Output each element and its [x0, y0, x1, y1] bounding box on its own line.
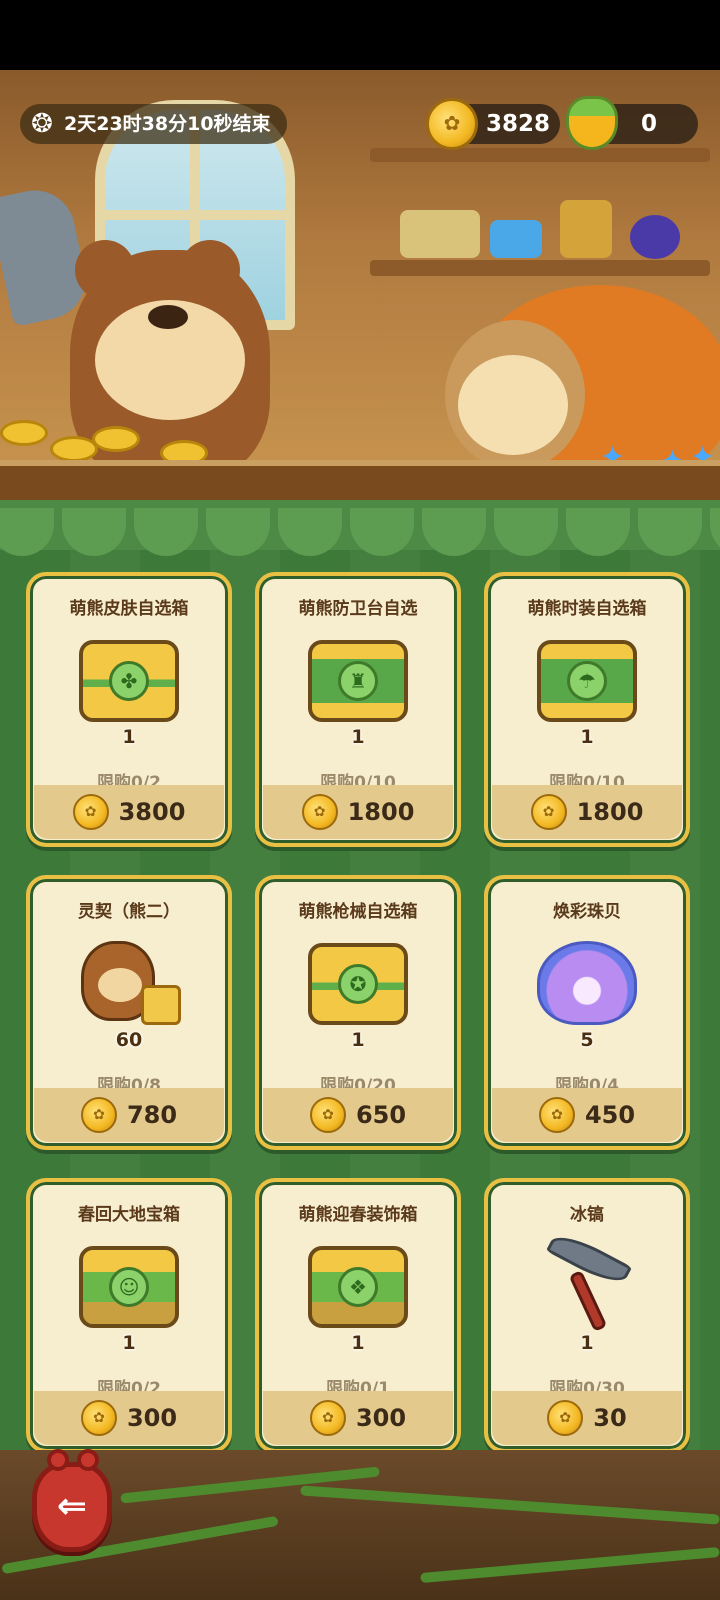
weapon-chest-icon: ✪ — [308, 943, 408, 1025]
honey-jar-icon — [566, 96, 618, 150]
shop-item-card[interactable]: 萌熊迎春装饰箱 ❖ 1 限购0/1 ✿ 300 — [255, 1178, 461, 1453]
shop-item-card[interactable]: 萌熊皮肤自选箱 ✤ 1 限购0/2 ✿ 3800 — [26, 572, 232, 847]
shop-item-card[interactable]: 萌熊防卫台自选 ♜ 1 限购0/10 ✿ 1800 — [255, 572, 461, 847]
puzzle-piece-icon — [141, 985, 181, 1025]
outfit-chest-icon: ☂ — [537, 640, 637, 722]
item-quantity: 1 — [351, 1332, 365, 1354]
item-title: 萌熊时装自选箱 — [527, 599, 647, 619]
turret-chest-icon: ♜ — [308, 640, 408, 722]
item-quantity: 1 — [580, 726, 594, 748]
lower-shelf — [370, 260, 710, 276]
event-timer: ❂ 2天23时38分10秒结束 — [20, 104, 287, 144]
buy-button[interactable]: ✿ 3800 — [34, 785, 224, 839]
item-title: 萌熊皮肤自选箱 — [69, 599, 189, 619]
item-title: 春回大地宝箱 — [78, 1205, 180, 1225]
back-button[interactable]: ⇐ — [32, 1449, 112, 1552]
item-price: 300 — [355, 1404, 407, 1432]
item-price: 1800 — [347, 798, 415, 826]
item-title: 萌熊迎春装饰箱 — [298, 1205, 418, 1225]
item-quantity: 5 — [580, 1029, 594, 1051]
honey-balance[interactable]: 0 — [566, 96, 698, 150]
buy-button[interactable]: ✿ 780 — [34, 1088, 224, 1142]
coin-icon: ✿ — [426, 98, 478, 150]
coin-balance[interactable]: ✿ 3828 — [426, 98, 560, 150]
buy-button[interactable]: ✿ 650 — [263, 1088, 453, 1142]
spring-deco-chest-icon: ❖ — [308, 1246, 408, 1328]
buy-button[interactable]: ✿ 1800 — [263, 785, 453, 839]
shop-counter — [0, 460, 720, 500]
coin-icon: ✿ — [301, 794, 338, 830]
buy-button[interactable]: ✿ 1800 — [492, 785, 682, 839]
item-quantity: 1 — [351, 1029, 365, 1051]
buy-button[interactable]: ✿ 30 — [492, 1391, 682, 1445]
coin-icon: ✿ — [80, 1097, 117, 1133]
item-title: 冰镐 — [570, 1205, 604, 1225]
coin-icon: ✿ — [80, 1400, 117, 1436]
coin-icon: ✿ — [538, 1097, 575, 1133]
item-price: 780 — [126, 1101, 178, 1129]
coin-icon: ✿ — [309, 1400, 346, 1436]
skin-chest-icon: ✤ — [79, 640, 179, 722]
timer-text: 2天23时38分10秒结束 — [64, 113, 271, 135]
coin-icon: ✿ — [530, 794, 567, 830]
item-quantity: 1 — [580, 1332, 594, 1354]
coin-amount: 3828 — [486, 111, 551, 137]
item-quantity: 60 — [115, 1029, 143, 1051]
item-title: 萌熊防卫台自选 — [298, 599, 418, 619]
awning — [0, 500, 720, 556]
item-title: 焕彩珠贝 — [553, 902, 621, 922]
item-quantity: 1 — [122, 726, 136, 748]
shop-item-card[interactable]: 冰镐 1 限购0/30 ✿ 30 — [484, 1178, 690, 1453]
item-price: 1800 — [576, 798, 644, 826]
item-title: 萌熊枪械自选箱 — [298, 902, 418, 922]
buy-button[interactable]: ✿ 300 — [263, 1391, 453, 1445]
pearl-shell-icon — [537, 941, 637, 1025]
coin-icon: ✿ — [309, 1097, 346, 1133]
item-quantity: 1 — [122, 1332, 136, 1354]
shop-item-card[interactable]: 灵契（熊二） 60 限购0/8 ✿ 780 — [26, 875, 232, 1150]
item-price: 30 — [593, 1404, 627, 1432]
shop-item-card[interactable]: 萌熊时装自选箱 ☂ 1 限购0/10 ✿ 1800 — [484, 572, 690, 847]
honey-amount: 0 — [640, 111, 657, 137]
monkey-face — [458, 355, 568, 455]
back-arrow-icon: ⇐ — [56, 1486, 88, 1527]
shop-item-card[interactable]: 焕彩珠贝 5 限购0/4 ✿ 450 — [484, 875, 690, 1150]
buy-button[interactable]: ✿ 300 — [34, 1391, 224, 1445]
paw-icon: ❂ — [31, 109, 53, 139]
item-price: 650 — [355, 1101, 407, 1129]
item-price: 3800 — [118, 798, 186, 826]
shop-item-card[interactable]: 萌熊枪械自选箱 ✪ 1 限购0/20 ✿ 650 — [255, 875, 461, 1150]
pickaxe-icon — [537, 1227, 637, 1333]
shop-item-card[interactable]: 春回大地宝箱 ☺ 1 限购0/2 ✿ 300 — [26, 1178, 232, 1453]
item-price: 450 — [584, 1101, 636, 1129]
spring-chest-icon: ☺ — [79, 1246, 179, 1328]
item-quantity: 1 — [351, 726, 365, 748]
buy-button[interactable]: ✿ 450 — [492, 1088, 682, 1142]
coin-icon: ✿ — [547, 1400, 584, 1436]
item-title: 灵契（熊二） — [78, 902, 180, 922]
coin-icon: ✿ — [72, 794, 109, 830]
status-bar — [0, 0, 720, 70]
item-price: 300 — [126, 1404, 178, 1432]
upper-shelf — [370, 148, 710, 162]
